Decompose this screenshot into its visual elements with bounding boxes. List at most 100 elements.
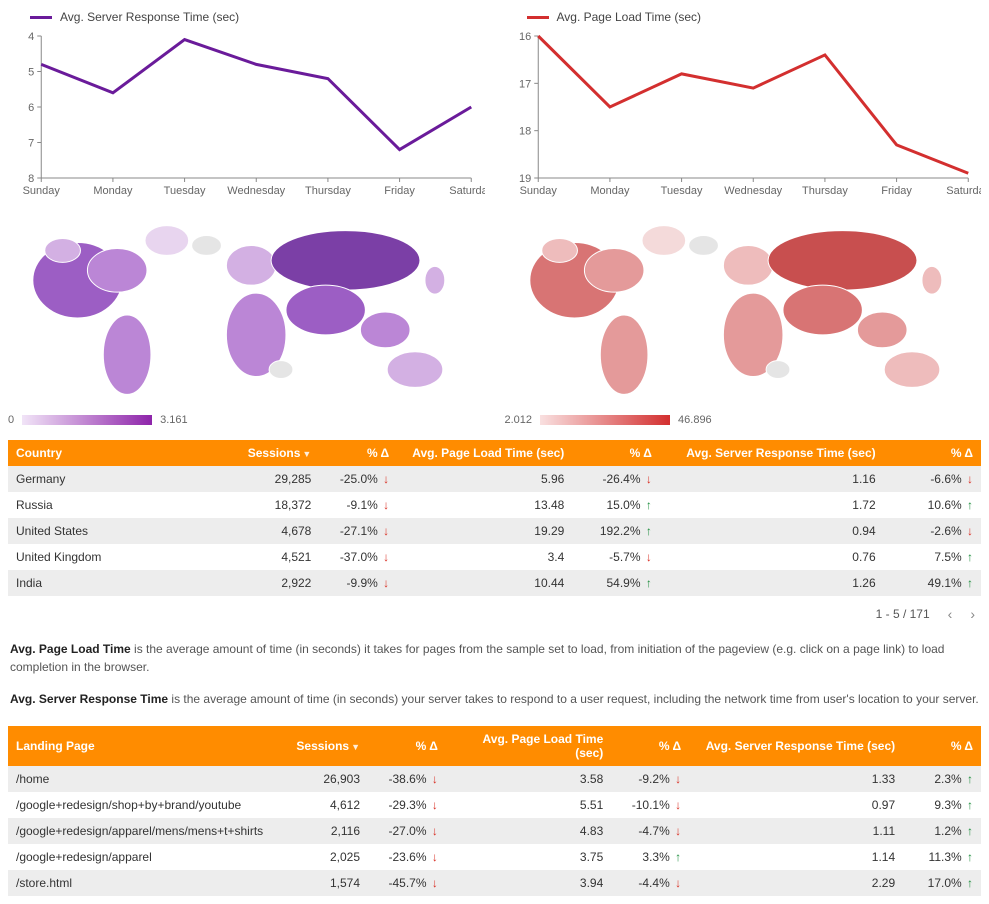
arrow-down-icon: ↓ xyxy=(383,472,389,486)
country-table: Country Sessions▼ % Δ Avg. Page Load Tim… xyxy=(8,440,981,596)
arrow-down-icon: ↓ xyxy=(646,550,652,564)
cell-plt: 4.83 xyxy=(446,818,611,844)
table-row[interactable]: India2,922-9.9% ↓10.4454.9% ↑1.2649.1% ↑ xyxy=(8,570,981,596)
arrow-down-icon: ↓ xyxy=(646,472,652,486)
svg-text:19: 19 xyxy=(519,173,531,185)
table-row[interactable]: Germany29,285-25.0% ↓5.96-26.4% ↓1.16-6.… xyxy=(8,466,981,492)
cell-plt: 5.51 xyxy=(446,792,611,818)
cell-srt: 1.26 xyxy=(660,570,884,596)
th-l-srt[interactable]: Avg. Server Response Time (sec) xyxy=(689,726,903,766)
th-srt[interactable]: Avg. Server Response Time (sec) xyxy=(660,440,884,466)
th-l-sessions-delta[interactable]: % Δ xyxy=(368,726,446,766)
server-series-swatch xyxy=(30,16,52,19)
th-srt-delta[interactable]: % Δ xyxy=(884,440,981,466)
page-map-svg xyxy=(505,210,982,410)
cell-sessions-delta: -27.1% ↓ xyxy=(319,518,397,544)
pager-prev-icon[interactable]: ‹ xyxy=(948,606,953,622)
landing-table: Landing Page Sessions▼ % Δ Avg. Page Loa… xyxy=(8,726,981,896)
table-row[interactable]: /home26,903-38.6% ↓3.58-9.2% ↓1.332.3% ↑ xyxy=(8,766,981,792)
cell-plt-delta: -10.1% ↓ xyxy=(611,792,689,818)
cell-plt-delta: -4.4% ↓ xyxy=(611,870,689,896)
cell-srt: 1.14 xyxy=(689,844,903,870)
cell-country: United States xyxy=(8,518,203,544)
table-row[interactable]: /store.html1,574-45.7% ↓3.94-4.4% ↓2.291… xyxy=(8,870,981,896)
cell-plt: 10.44 xyxy=(397,570,572,596)
cell-srt-delta: 7.5% ↑ xyxy=(884,544,981,570)
arrow-up-icon: ↑ xyxy=(967,550,973,564)
th-plt[interactable]: Avg. Page Load Time (sec) xyxy=(397,440,572,466)
svg-text:Friday: Friday xyxy=(384,185,415,197)
th-l-plt-delta[interactable]: % Δ xyxy=(611,726,689,766)
server-series-label: Avg. Server Response Time (sec) xyxy=(60,10,239,24)
svg-text:Wednesday: Wednesday xyxy=(227,185,285,197)
cell-srt-delta: 11.3% ↑ xyxy=(903,844,981,870)
cell-plt: 3.75 xyxy=(446,844,611,870)
th-sessions[interactable]: Sessions▼ xyxy=(203,440,320,466)
page-map-min: 2.012 xyxy=(505,414,533,426)
server-chart-svg: 45678SundayMondayTuesdayWednesdayThursda… xyxy=(8,30,485,200)
arrow-down-icon: ↓ xyxy=(967,472,973,486)
page-gradient-bar xyxy=(540,415,670,425)
sort-desc-icon: ▼ xyxy=(351,742,360,752)
th-plt-delta[interactable]: % Δ xyxy=(572,440,660,466)
cell-sessions-delta: -38.6% ↓ xyxy=(368,766,446,792)
arrow-up-icon: ↑ xyxy=(646,524,652,538)
cell-srt-delta: 10.6% ↑ xyxy=(884,492,981,518)
arrow-down-icon: ↓ xyxy=(432,876,438,890)
th-l-plt[interactable]: Avg. Page Load Time (sec) xyxy=(446,726,611,766)
svg-text:Monday: Monday xyxy=(590,185,630,197)
plt-text: is the average amount of time (in second… xyxy=(10,642,944,674)
cell-sessions: 29,285 xyxy=(203,466,320,492)
cell-sessions-delta: -37.0% ↓ xyxy=(319,544,397,570)
table-row[interactable]: /google+redesign/apparel/mens/mens+t+shi… xyxy=(8,818,981,844)
cell-sessions-delta: -25.0% ↓ xyxy=(319,466,397,492)
arrow-up-icon: ↑ xyxy=(967,498,973,512)
arrow-down-icon: ↓ xyxy=(432,772,438,786)
cell-sessions-delta: -9.9% ↓ xyxy=(319,570,397,596)
page-series-label: Avg. Page Load Time (sec) xyxy=(557,10,702,24)
cell-plt: 13.48 xyxy=(397,492,572,518)
cell-srt: 0.76 xyxy=(660,544,884,570)
table-row[interactable]: /google+redesign/apparel2,025-23.6% ↓3.7… xyxy=(8,844,981,870)
cell-landing: /home xyxy=(8,766,280,792)
arrow-up-icon: ↑ xyxy=(646,498,652,512)
th-sessions-delta[interactable]: % Δ xyxy=(319,440,397,466)
th-l-srt-delta[interactable]: % Δ xyxy=(903,726,981,766)
table-row[interactable]: /google+redesign/shop+by+brand/youtube4,… xyxy=(8,792,981,818)
arrow-down-icon: ↓ xyxy=(675,798,681,812)
plt-description: Avg. Page Load Time is the average amoun… xyxy=(10,640,979,676)
cell-srt: 1.72 xyxy=(660,492,884,518)
arrow-up-icon: ↑ xyxy=(646,576,652,590)
server-map-min: 0 xyxy=(8,414,14,426)
svg-text:5: 5 xyxy=(28,67,34,79)
cell-landing: /store.html xyxy=(8,870,280,896)
server-response-map: 0 3.161 xyxy=(8,210,485,426)
svg-text:4: 4 xyxy=(28,31,34,43)
th-landing[interactable]: Landing Page xyxy=(8,726,280,766)
table-row[interactable]: United Kingdom4,521-37.0% ↓3.4-5.7% ↓0.7… xyxy=(8,544,981,570)
arrow-down-icon: ↓ xyxy=(432,850,438,864)
cell-plt: 3.58 xyxy=(446,766,611,792)
cell-landing: /google+redesign/apparel/mens/mens+t+shi… xyxy=(8,818,280,844)
cell-sessions: 4,678 xyxy=(203,518,320,544)
svg-text:7: 7 xyxy=(28,138,34,150)
srt-text: is the average amount of time (in second… xyxy=(168,692,979,706)
cell-sessions-delta: -29.3% ↓ xyxy=(368,792,446,818)
svg-text:Monday: Monday xyxy=(93,185,133,197)
th-country[interactable]: Country xyxy=(8,440,203,466)
cell-srt-delta: 1.2% ↑ xyxy=(903,818,981,844)
server-gradient-bar xyxy=(22,415,152,425)
cell-srt: 0.97 xyxy=(689,792,903,818)
cell-sessions-delta: -45.7% ↓ xyxy=(368,870,446,896)
server-map-scale: 0 3.161 xyxy=(8,414,485,426)
th-l-sessions[interactable]: Sessions▼ xyxy=(280,726,368,766)
table-row[interactable]: Russia18,372-9.1% ↓13.4815.0% ↑1.7210.6%… xyxy=(8,492,981,518)
cell-sessions: 26,903 xyxy=(280,766,368,792)
table-row[interactable]: United States4,678-27.1% ↓19.29192.2% ↑0… xyxy=(8,518,981,544)
arrow-down-icon: ↓ xyxy=(383,550,389,564)
cell-plt: 5.96 xyxy=(397,466,572,492)
pager-range: 1 - 5 / 171 xyxy=(876,607,930,621)
pager-next-icon[interactable]: › xyxy=(970,606,975,622)
server-map-max: 3.161 xyxy=(160,414,188,426)
cell-sessions-delta: -27.0% ↓ xyxy=(368,818,446,844)
